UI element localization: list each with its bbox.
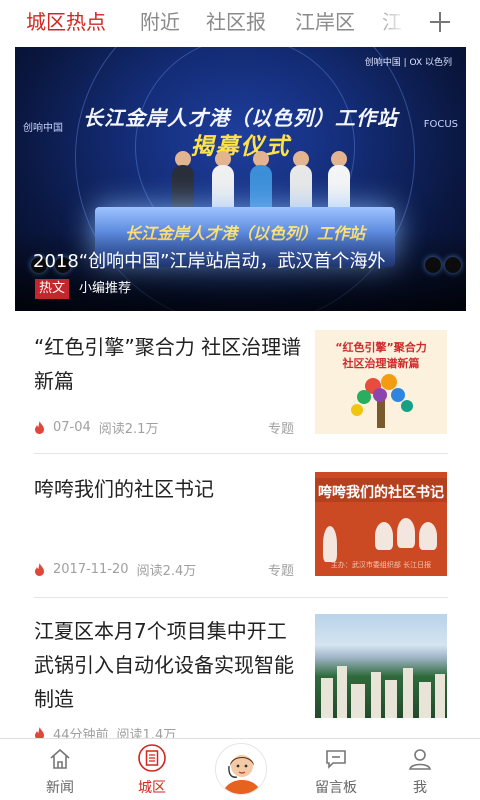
- nav-label: 留言板: [315, 780, 357, 796]
- article-title[interactable]: “红色引擎”聚合力 社区治理谱新篇: [34, 330, 302, 398]
- nav-label: 新闻: [46, 780, 74, 796]
- flame-icon: [35, 421, 44, 434]
- article-date: 07-04: [53, 420, 91, 435]
- tree-leaf: [401, 400, 413, 412]
- backdrop-subtitle: 揭幕仪式: [190, 134, 291, 160]
- thumbnail-caption: 咵咵我们的社区书记: [318, 485, 444, 501]
- article-thumbnail[interactable]: “红色引擎”聚合力 社区治理谱新篇: [315, 330, 447, 434]
- article-date: 2017-11-20: [53, 562, 129, 577]
- nav-me[interactable]: 我: [372, 739, 468, 800]
- article-thumbnail[interactable]: [315, 614, 447, 718]
- add-channel-icon[interactable]: [422, 4, 458, 40]
- article-reads: 阅读2.4万: [136, 564, 197, 579]
- microphone-icon: [323, 526, 337, 562]
- flame-icon: [35, 563, 44, 576]
- person-silhouette: [397, 518, 415, 548]
- person-silhouette: [375, 522, 393, 550]
- article-item[interactable]: “红色引擎”聚合力 社区治理谱新篇 07-04 阅读2.1万 专题 “红色引擎”…: [0, 312, 480, 452]
- tab-community-paper[interactable]: 社区报: [206, 8, 266, 36]
- article-reads: 阅读2.1万: [98, 422, 159, 437]
- tree-leaf: [373, 388, 387, 402]
- building: [403, 668, 413, 718]
- article-thumbnail[interactable]: 咵咵我们的社区书记 主办：武汉市委组织部 长江日报: [315, 472, 447, 576]
- building: [385, 680, 397, 718]
- article-tag[interactable]: 专题: [268, 418, 294, 437]
- nav-news[interactable]: 新闻: [12, 739, 108, 800]
- message-icon: [326, 750, 346, 769]
- article-meta: 07-04 阅读2.1万: [34, 418, 158, 437]
- nav-label: 城区: [138, 780, 166, 796]
- thumbnail-caption: “红色引擎”聚合力 社区治理谱新篇: [335, 341, 427, 370]
- nav-district[interactable]: 城区: [104, 739, 200, 800]
- tree-leaf: [351, 404, 363, 416]
- thumbnail-credit: 主办：武汉市委组织部 长江日报: [330, 561, 432, 569]
- nav-label: 我: [413, 780, 427, 796]
- article-title[interactable]: 江夏区本月7个项目集中开工 武锅引入自动化设备实现智能制造: [34, 614, 302, 716]
- hero-source: 小编推荐: [79, 281, 132, 296]
- district-icon: [138, 744, 166, 772]
- home-icon: [50, 748, 70, 769]
- hot-badge: 热文: [35, 279, 70, 299]
- person-silhouette: [419, 522, 437, 550]
- tab-fade-overlay: [372, 0, 412, 46]
- event-logos: 创响中国 | OX 以色列: [364, 58, 452, 68]
- user-icon: [409, 749, 431, 770]
- article-item[interactable]: 江夏区本月7个项目集中开工 武锅引入自动化设备实现智能制造 44分钟前 阅读1.…: [0, 598, 480, 743]
- building: [321, 678, 333, 718]
- building: [337, 666, 347, 718]
- building: [371, 672, 381, 718]
- tab-hot[interactable]: 城区热点: [26, 8, 106, 36]
- assistant-avatar[interactable]: [215, 743, 267, 795]
- tab-nearby[interactable]: 附近: [140, 8, 180, 36]
- building: [435, 674, 445, 718]
- assistant-avatar-icon: [216, 744, 266, 794]
- tree-trunk: [377, 400, 385, 428]
- nav-message-board[interactable]: 留言板: [288, 739, 384, 800]
- hero-banner[interactable]: 创响中国 | OX 以色列 创响中国 FOCUS 长江金岸人才港（以色列）工作站…: [15, 47, 466, 311]
- tree-leaf: [357, 390, 371, 404]
- hero-title[interactable]: 2018“创响中国”江岸站启动，武汉首个海外: [33, 247, 385, 273]
- article-item[interactable]: 咵咵我们的社区书记 2017-11-20 阅读2.4万 专题 咵咵我们的社区书记…: [0, 454, 480, 596]
- top-tab-bar: 城区热点 附近 社区报 江岸区 江: [0, 0, 480, 46]
- tab-jiangan[interactable]: 江岸区: [295, 8, 355, 36]
- building: [351, 684, 365, 718]
- building: [419, 682, 431, 718]
- article-tag[interactable]: 专题: [268, 560, 294, 579]
- article-title[interactable]: 咵咵我们的社区书记: [34, 472, 302, 506]
- article-meta: 2017-11-20 阅读2.4万: [34, 560, 196, 579]
